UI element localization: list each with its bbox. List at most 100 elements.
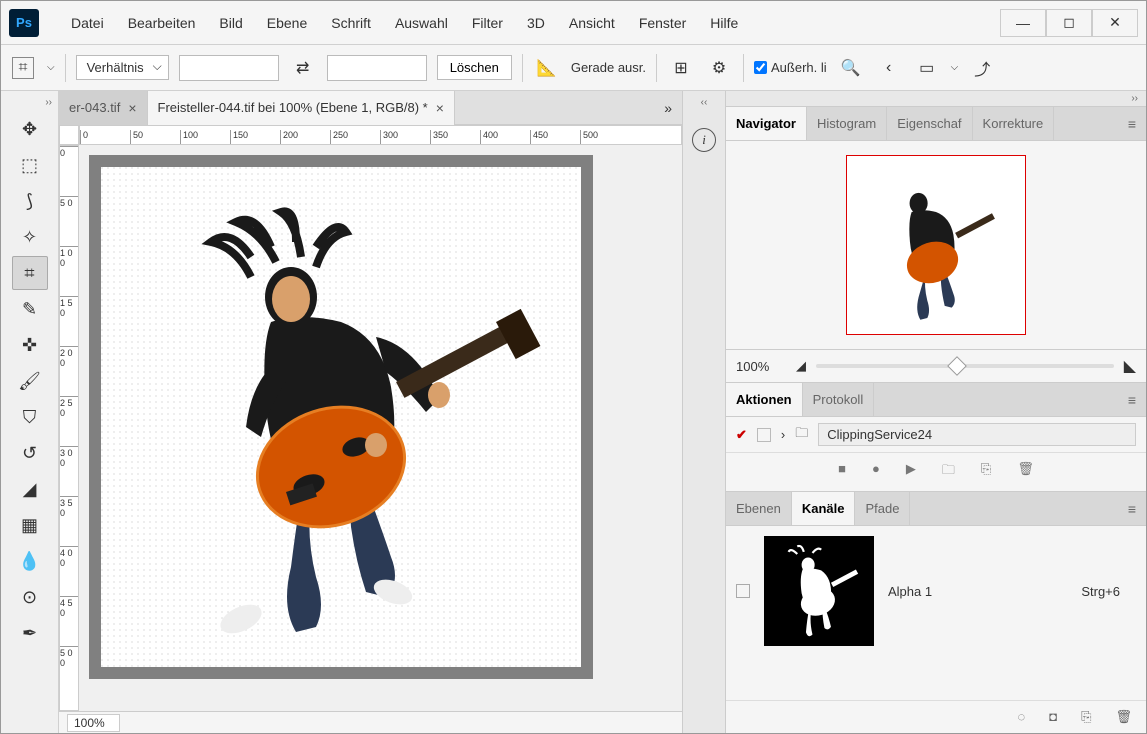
stop-icon[interactable]: ■	[838, 461, 846, 483]
menu-3d[interactable]: 3D	[515, 9, 557, 37]
crop-tool[interactable]: ⌗	[12, 256, 48, 290]
action-set-row[interactable]: ✔ › 🗀 ClippingService24	[726, 417, 1146, 452]
magic-wand-tool[interactable]: ✧	[12, 220, 48, 254]
close-icon[interactable]: ×	[436, 100, 444, 116]
panels-column: ›› Navigator Histogram Eigenschaf Korrek…	[726, 91, 1146, 733]
channel-visibility-toggle[interactable]	[736, 584, 750, 598]
tab-actions[interactable]: Aktionen	[726, 383, 803, 416]
tab-layers[interactable]: Ebenen	[726, 492, 792, 525]
trash-icon[interactable]: 🗑	[1017, 461, 1034, 483]
play-icon[interactable]: ▶	[906, 461, 916, 483]
chevron-down-icon[interactable]: ⌵	[951, 62, 959, 73]
zoom-slider[interactable]	[816, 364, 1114, 368]
tab-history[interactable]: Protokoll	[803, 383, 875, 416]
chevron-down-icon[interactable]: ⌵	[47, 62, 55, 73]
lasso-tool[interactable]: ⟆	[12, 184, 48, 218]
panel-menu-icon[interactable]: ≡	[1118, 116, 1146, 132]
menu-image[interactable]: Bild	[207, 9, 254, 37]
grid-overlay-button[interactable]: ⊞	[667, 54, 695, 82]
marquee-tool[interactable]: ⬚	[12, 148, 48, 182]
panel-menu-icon[interactable]: ≡	[1118, 501, 1146, 517]
crop-overlay[interactable]	[89, 155, 593, 679]
swap-dimensions-button[interactable]: ⇄	[289, 54, 317, 82]
vertical-ruler[interactable]: 05 01 0 01 5 02 0 02 5 03 0 03 5 04 0 04…	[59, 145, 79, 711]
maximize-button[interactable]: ◻	[1046, 9, 1092, 37]
gradient-tool[interactable]: ▦	[12, 508, 48, 542]
search-icon[interactable]: 🔍	[837, 54, 865, 82]
save-selection-icon[interactable]: ◘	[1049, 709, 1057, 725]
tab-histogram[interactable]: Histogram	[807, 107, 887, 140]
zoom-out-icon[interactable]: ◢	[796, 358, 806, 374]
menu-file[interactable]: Datei	[59, 9, 116, 37]
minimize-button[interactable]: —	[1000, 9, 1046, 37]
crop-settings-button[interactable]: ⚙	[705, 54, 733, 82]
panels-collapse[interactable]: ››	[726, 91, 1146, 107]
new-action-icon[interactable]: ⎘	[981, 461, 991, 483]
menu-window[interactable]: Fenster	[627, 9, 698, 37]
menu-filter[interactable]: Filter	[460, 9, 515, 37]
tab-channels[interactable]: Kanäle	[792, 492, 856, 525]
channel-thumbnail	[764, 536, 874, 646]
blur-tool[interactable]: 💧	[12, 544, 48, 578]
document-tab-active[interactable]: Freisteller-044.tif bei 100% (Ebene 1, R…	[148, 91, 455, 125]
trash-icon[interactable]: 🗑	[1115, 709, 1132, 725]
record-icon[interactable]: ●	[872, 461, 880, 483]
channel-row[interactable]: Alpha 1 Strg+6	[726, 526, 1146, 656]
menu-layer[interactable]: Ebene	[255, 9, 319, 37]
document-tab-inactive[interactable]: er-043.tif ×	[59, 91, 148, 125]
delete-outside-checkbox[interactable]: Außerh. li	[754, 60, 827, 75]
checkmark-icon[interactable]: ✔	[736, 427, 747, 443]
new-channel-icon[interactable]: ⎘	[1081, 709, 1091, 725]
strip-collapse[interactable]: ‹‹	[699, 95, 710, 110]
tab-navigator[interactable]: Navigator	[726, 107, 807, 140]
horizontal-ruler[interactable]: 050100150200250300350400450500	[79, 125, 682, 145]
panel-menu-icon[interactable]: ≡	[1118, 392, 1146, 408]
navigator-thumbnail[interactable]	[846, 155, 1026, 335]
tool-preset-picker[interactable]: ⌗	[9, 54, 37, 82]
straighten-icon[interactable]: 📐	[533, 54, 561, 82]
zoom-level[interactable]: 100%	[67, 714, 120, 732]
menu-select[interactable]: Auswahl	[383, 9, 460, 37]
share-icon[interactable]: ⤴	[968, 54, 996, 82]
action-set-name[interactable]: ClippingService24	[818, 423, 1136, 446]
workspace-switcher[interactable]: ▭	[913, 54, 941, 82]
clear-button[interactable]: Löschen	[437, 55, 512, 80]
tabs-overflow-button[interactable]: »	[654, 100, 682, 116]
expand-icon[interactable]: ›	[781, 427, 785, 442]
tab-paths[interactable]: Pfade	[855, 492, 910, 525]
options-bar: ⌗ ⌵ Verhältnis ⇄ Löschen 📐 Gerade ausr. …	[1, 45, 1146, 91]
tab-adjustments[interactable]: Korrekture	[973, 107, 1055, 140]
toggle-dialog-icon[interactable]	[757, 428, 771, 442]
move-tool[interactable]: ✥	[12, 112, 48, 146]
close-window-button[interactable]: ✕	[1092, 9, 1138, 37]
close-icon[interactable]: ×	[128, 100, 136, 116]
healing-brush-tool[interactable]: ✜	[12, 328, 48, 362]
aspect-ratio-select[interactable]: Verhältnis	[76, 55, 169, 80]
navigator-zoom-value[interactable]: 100%	[736, 359, 786, 374]
eraser-tool[interactable]: ◢	[12, 472, 48, 506]
pen-tool[interactable]: ✒	[12, 616, 48, 650]
menu-view[interactable]: Ansicht	[557, 9, 627, 37]
eyedropper-tool[interactable]: ✎	[12, 292, 48, 326]
separator	[522, 54, 523, 82]
brush-tool[interactable]: 🖌	[12, 364, 48, 398]
crop-height-input[interactable]	[327, 55, 427, 81]
chevron-left-icon[interactable]: ‹	[875, 54, 903, 82]
load-selection-icon[interactable]: ◌	[1017, 709, 1025, 725]
delete-outside-input[interactable]	[754, 61, 767, 74]
crop-width-input[interactable]	[179, 55, 279, 81]
canvas-viewport[interactable]	[79, 145, 682, 711]
clone-stamp-tool[interactable]: ⛉	[12, 400, 48, 434]
history-brush-tool[interactable]: ↺	[12, 436, 48, 470]
menu-type[interactable]: Schrift	[319, 9, 383, 37]
new-set-icon[interactable]: 🗀	[942, 461, 955, 483]
dodge-tool[interactable]: ⊙	[12, 580, 48, 614]
menu-edit[interactable]: Bearbeiten	[116, 9, 208, 37]
info-icon[interactable]: i	[692, 128, 716, 152]
toolbox-collapse[interactable]: ››	[1, 95, 58, 110]
menu-help[interactable]: Hilfe	[698, 9, 750, 37]
tab-properties[interactable]: Eigenschaf	[887, 107, 972, 140]
zoom-in-icon[interactable]: ◣	[1124, 356, 1136, 376]
ruler-origin[interactable]	[59, 125, 79, 145]
canvas[interactable]	[101, 167, 581, 667]
